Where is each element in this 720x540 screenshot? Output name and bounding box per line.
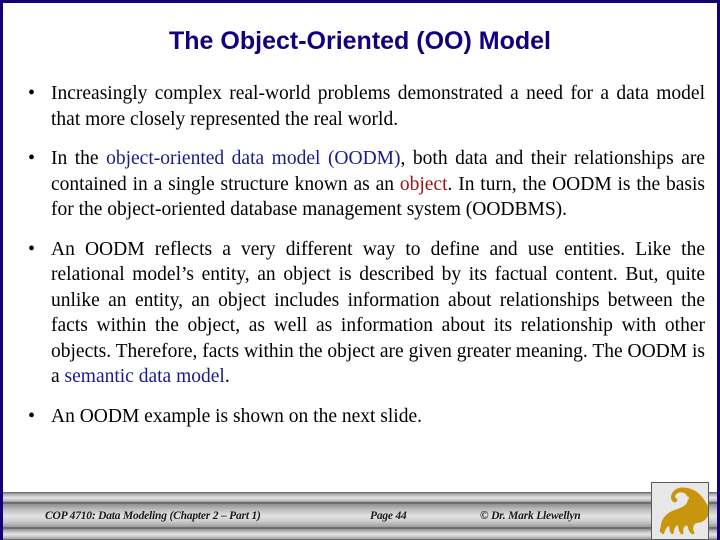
footer-band-top <box>3 492 717 503</box>
footer-band-bottom <box>3 528 717 540</box>
bullet-marker-icon: • <box>28 147 36 169</box>
bullet-text-2: In the object-oriented data model (OODM)… <box>51 146 705 223</box>
bullet-marker-icon: • <box>28 404 36 427</box>
slide-footer: COP 4710: Data Modeling (Chapter 2 – Par… <box>3 492 717 540</box>
bullet-text-1: Increasingly complex real-world problems… <box>51 81 705 132</box>
bullet-segment <box>320 148 328 169</box>
bullet-segment-highlight-blue: (OODM) <box>327 148 401 169</box>
bullet-item-2: • In the object-oriented data model (OOD… <box>21 146 705 223</box>
footer-page-number: Page 44 <box>370 509 407 522</box>
footer-text-row: COP 4710: Data Modeling (Chapter 2 – Par… <box>3 503 717 528</box>
slide-title: The Object-Oriented (OO) Model <box>169 27 551 55</box>
ucf-pegasus-logo <box>651 482 709 540</box>
footer-course-label: COP 4710: Data Modeling (Chapter 2 – Par… <box>45 509 261 522</box>
pegasus-icon <box>659 487 708 535</box>
bullet-text-4: An OODM example is shown on the next sli… <box>51 404 705 430</box>
bullet-segment: In the <box>51 148 107 169</box>
bullet-segment-highlight-red: object <box>399 173 448 195</box>
bullet-segment: . <box>224 366 230 387</box>
bullet-segment-highlight-blue: semantic data model <box>64 366 225 387</box>
bullet-segment: An OODM reflects a very different way to… <box>51 238 705 388</box>
bullet-item-4: • An OODM example is shown on the next s… <box>21 404 705 430</box>
bullet-segment: Increasingly complex real-world problems… <box>51 83 705 130</box>
bullet-item-1: • Increasingly complex real-world proble… <box>21 81 705 132</box>
presentation-slide: The Object-Oriented (OO) Model • Increas… <box>0 0 720 540</box>
bullet-marker-icon: • <box>28 82 36 104</box>
footer-copyright-label: © Dr. Mark Llewellyn <box>480 509 581 522</box>
bullet-text-3: An OODM reflects a very different way to… <box>51 237 705 390</box>
bullet-segment: An OODM example is shown on the next sli… <box>51 405 422 427</box>
bullet-segment-highlight-blue: object-oriented data model <box>106 148 321 169</box>
bullet-marker-icon: • <box>28 237 36 260</box>
slide-body: • Increasingly complex real-world proble… <box>21 81 705 540</box>
bullet-item-3: • An OODM reflects a very different way … <box>21 237 705 390</box>
